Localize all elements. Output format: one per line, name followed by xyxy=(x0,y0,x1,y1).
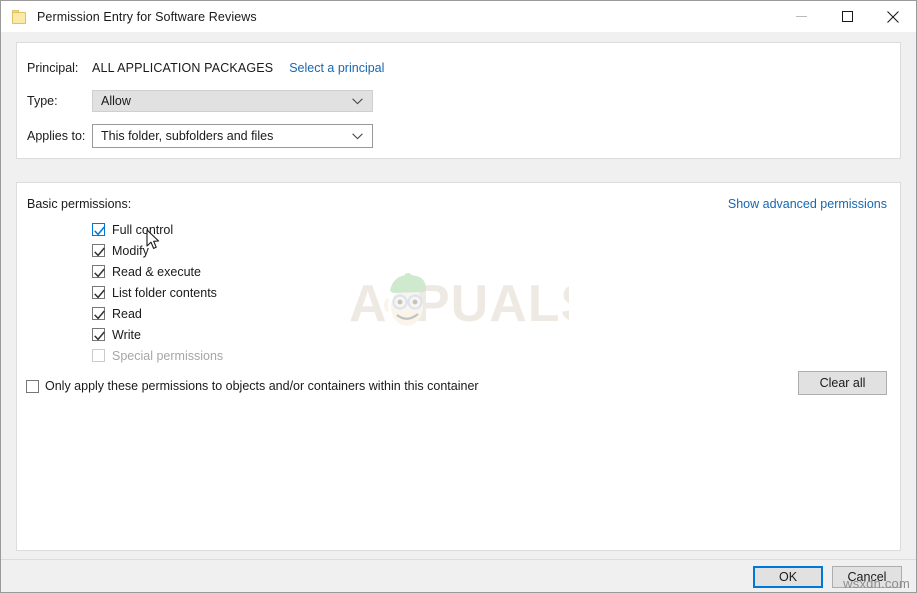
permission-row-full-control[interactable]: Full control xyxy=(92,219,223,240)
permission-row-read[interactable]: Read xyxy=(92,303,223,324)
basic-permissions-label: Basic permissions: xyxy=(27,197,132,211)
checkbox-modify[interactable] xyxy=(92,244,105,257)
permission-row-write[interactable]: Write xyxy=(92,324,223,345)
check-icon xyxy=(94,245,105,263)
check-icon xyxy=(94,329,105,347)
show-advanced-permissions-link[interactable]: Show advanced permissions xyxy=(728,197,887,211)
checkbox-list-folder-contents[interactable] xyxy=(92,286,105,299)
check-icon xyxy=(94,224,105,242)
check-icon xyxy=(94,287,105,305)
checkbox-special-permissions xyxy=(92,349,105,362)
close-icon[interactable] xyxy=(870,1,916,32)
type-dropdown[interactable]: Allow xyxy=(92,90,373,112)
type-row: Type: Allow xyxy=(27,90,373,112)
cancel-button[interactable]: Cancel xyxy=(832,566,902,588)
dialog-footer: OK Cancel wsxdn.com xyxy=(1,559,916,592)
permission-row-list-folder-contents[interactable]: List folder contents xyxy=(92,282,223,303)
minimize-icon[interactable] xyxy=(778,1,824,32)
window-title: Permission Entry for Software Reviews xyxy=(37,9,257,24)
permission-label: Special permissions xyxy=(112,348,224,363)
principal-row: Principal: ALL APPLICATION PACKAGES Sele… xyxy=(27,61,384,75)
principal-value: ALL APPLICATION PACKAGES xyxy=(92,61,274,75)
title-bar: Permission Entry for Software Reviews xyxy=(1,1,916,32)
applies-to-dropdown[interactable]: This folder, subfolders and files xyxy=(92,124,373,148)
checkbox-read[interactable] xyxy=(92,307,105,320)
permission-label: Full control xyxy=(112,222,174,237)
permission-row-read-execute[interactable]: Read & execute xyxy=(92,261,223,282)
principal-label: Principal: xyxy=(27,61,79,75)
checkbox-read-execute[interactable] xyxy=(92,265,105,278)
applies-to-row: Applies to: This folder, subfolders and … xyxy=(27,124,373,148)
check-icon xyxy=(94,266,105,284)
window-controls xyxy=(778,1,916,32)
permission-entry-dialog: Permission Entry for Software Reviews Pr… xyxy=(0,0,917,593)
maximize-icon[interactable] xyxy=(824,1,870,32)
only-apply-checkbox[interactable] xyxy=(26,379,39,393)
permissions-panel: Basic permissions: Show advanced permiss… xyxy=(16,182,901,551)
type-dropdown-value: Allow xyxy=(101,94,131,108)
ok-button[interactable]: OK xyxy=(753,566,823,588)
only-apply-row[interactable]: Only apply these permissions to objects … xyxy=(26,379,479,393)
checkbox-full-control[interactable] xyxy=(92,223,105,236)
permission-row-modify[interactable]: Modify xyxy=(92,240,223,261)
applies-to-label: Applies to: xyxy=(27,129,86,143)
check-icon xyxy=(94,308,105,326)
permission-label: List folder contents xyxy=(112,285,217,300)
permission-label: Write xyxy=(112,327,141,342)
permissions-list: Full control Modify Read & execute List fol… xyxy=(92,219,223,366)
checkbox-write[interactable] xyxy=(92,328,105,341)
clear-all-button[interactable]: Clear all xyxy=(798,371,887,395)
select-a-principal-link[interactable]: Select a principal xyxy=(289,61,384,75)
only-apply-label: Only apply these permissions to objects … xyxy=(45,379,479,393)
permission-label: Read xyxy=(112,306,142,321)
permission-label: Read & execute xyxy=(112,264,201,279)
chevron-down-icon xyxy=(352,129,363,143)
applies-to-dropdown-value: This folder, subfolders and files xyxy=(101,129,274,143)
permission-label: Modify xyxy=(112,243,149,258)
principal-panel: Principal: ALL APPLICATION PACKAGES Sele… xyxy=(16,42,901,159)
chevron-down-icon xyxy=(352,94,363,108)
type-label: Type: xyxy=(27,94,58,108)
permission-row-special-permissions: Special permissions xyxy=(92,345,223,366)
folder-icon xyxy=(12,9,28,24)
